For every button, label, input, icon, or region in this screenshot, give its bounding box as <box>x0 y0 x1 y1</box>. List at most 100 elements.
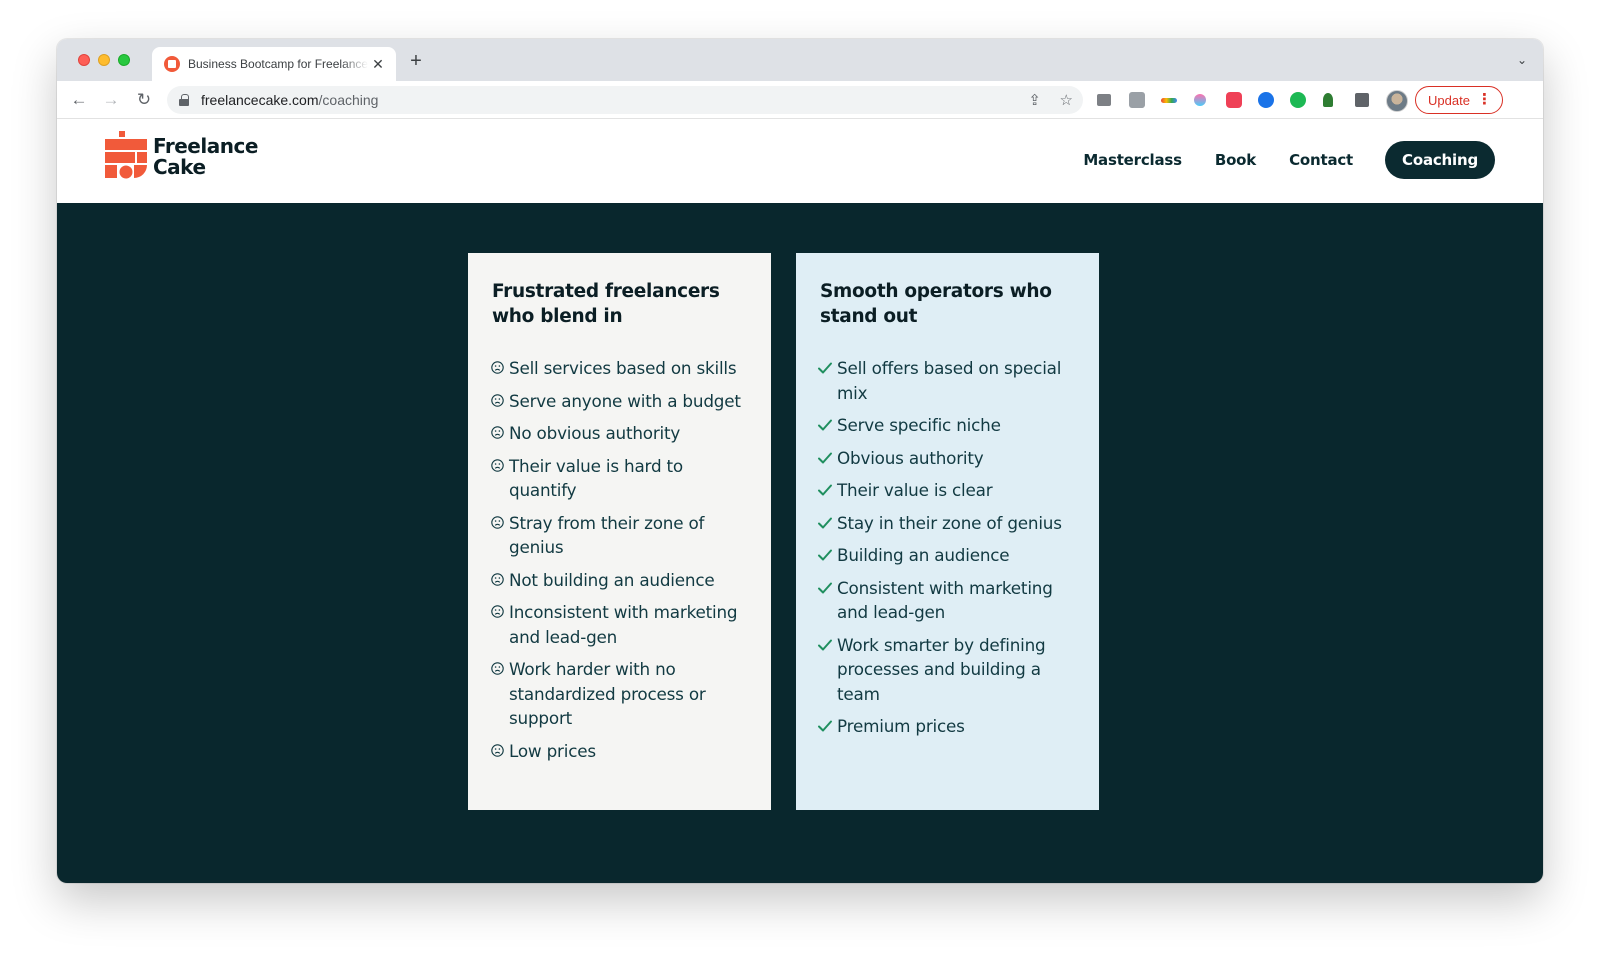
list-item: Low prices <box>491 739 747 764</box>
sprout-extension-icon[interactable] <box>1323 93 1333 107</box>
list-item-text: Their value is clear <box>837 480 993 500</box>
clickup-extension-icon[interactable] <box>1194 94 1206 106</box>
list-item: Stay in their zone of genius <box>818 511 1075 536</box>
url-path: /coaching <box>318 92 379 108</box>
list-item: Premium prices <box>818 714 1075 739</box>
profile-avatar[interactable] <box>1386 90 1408 112</box>
main-nav: Masterclass Book Contact Coaching <box>1050 141 1495 179</box>
extensions-puzzle-icon[interactable] <box>1355 93 1369 107</box>
freelance-cake-favicon-icon <box>164 56 180 72</box>
list-item-text: Work smarter by defining processes and b… <box>837 634 1046 704</box>
smooth-list: Sell offers based on special mix Serve sp… <box>818 356 1075 739</box>
nav-contact[interactable]: Contact <box>1289 151 1353 169</box>
dropbox-extension-icon[interactable] <box>1097 94 1111 106</box>
logo-wordmark: Freelance Cake <box>153 136 258 178</box>
list-item: Serve anyone with a budget <box>491 389 747 414</box>
nav-book[interactable]: Book <box>1215 151 1256 169</box>
sad-face-icon <box>491 458 504 472</box>
pocket-extension-icon[interactable] <box>1226 92 1242 108</box>
tab-search-chevron-icon[interactable]: ⌄ <box>1517 53 1527 67</box>
checkmark-icon <box>818 452 832 463</box>
rainbow-extension-icon[interactable] <box>1161 98 1177 103</box>
card-title: Smooth operators who stand out <box>820 281 1052 327</box>
list-item: Consistent with marketing and lead-gen <box>818 576 1075 625</box>
list-item-text: Building an audience <box>837 545 1010 565</box>
sad-face-icon <box>491 515 504 529</box>
checkmark-icon <box>818 484 832 496</box>
reload-button[interactable]: ↻ <box>133 89 155 111</box>
browser-window: Business Bootcamp for Freelancers ✕ + ⌄ … <box>57 39 1543 883</box>
list-item: Inconsistent with marketing and lead-gen <box>491 600 747 649</box>
minimize-window-button[interactable] <box>98 54 110 66</box>
checkmark-icon <box>818 419 832 431</box>
list-item-text: Serve specific niche <box>837 415 1001 435</box>
new-tab-button[interactable]: + <box>407 51 425 71</box>
list-item: Sell services based on skills <box>491 356 747 381</box>
list-item-text: Consistent with marketing and lead-gen <box>837 577 1053 623</box>
forward-button[interactable]: → <box>100 89 122 111</box>
list-item: No obvious authority <box>491 421 747 446</box>
bookmark-star-icon[interactable]: ☆ <box>1060 91 1073 109</box>
list-item: Obvious authority <box>818 446 1075 471</box>
nav-coaching-button[interactable]: Coaching <box>1385 141 1495 179</box>
lock-icon[interactable] <box>179 94 189 106</box>
list-item: Sell offers based on special mix <box>818 356 1075 405</box>
list-item: Stray from their zone of genius <box>491 511 747 560</box>
site-header: Freelance Cake Masterclass Book Contact … <box>57 119 1543 203</box>
smooth-operators-card: Smooth operators who stand out Sell offe… <box>796 253 1099 810</box>
active-tab[interactable]: Business Bootcamp for Freelancers ✕ <box>152 47 396 81</box>
checkmark-icon <box>818 720 832 732</box>
close-window-button[interactable] <box>78 54 90 66</box>
list-item: Work smarter by defining processes and b… <box>818 633 1075 707</box>
sad-face-icon <box>491 426 504 439</box>
password-manager-extension-icon[interactable] <box>1258 92 1274 108</box>
list-item-text: Serve anyone with a budget <box>509 390 741 411</box>
logo-line-2: Cake <box>153 155 206 179</box>
list-item-text: No obvious authority <box>509 423 681 443</box>
frustrated-freelancers-card: Frustrated freelancers who blend in Sell… <box>468 253 771 810</box>
list-item-text: Stray from their zone of genius <box>509 512 705 558</box>
share-icon[interactable]: ⇪ <box>1028 91 1041 109</box>
maximize-window-button[interactable] <box>118 54 130 66</box>
card-title: Frustrated freelancers who blend in <box>492 281 720 327</box>
list-item-text: Premium prices <box>837 716 965 736</box>
tab-strip: Business Bootcamp for Freelancers ✕ + ⌄ <box>57 39 1543 81</box>
update-label: Update <box>1428 92 1470 108</box>
checkmark-icon <box>818 639 832 650</box>
update-button[interactable]: Update ⋮ <box>1415 86 1503 114</box>
comparison-section: Frustrated freelancers who blend in Sell… <box>57 203 1543 883</box>
list-item-text: Stay in their zone of genius <box>837 512 1062 533</box>
nav-masterclass[interactable]: Masterclass <box>1083 151 1182 169</box>
checkmark-icon <box>818 549 832 561</box>
sad-face-icon <box>491 743 504 757</box>
sad-face-icon <box>491 662 504 675</box>
address-bar[interactable]: freelancecake.com/coaching ⇪ ☆ <box>167 86 1083 114</box>
list-item-text: Their value is hard to quantify <box>509 455 683 501</box>
sad-face-icon <box>491 572 504 586</box>
list-item-text: Low prices <box>509 740 596 761</box>
logo-line-1: Freelance <box>153 134 258 158</box>
browser-menu-icon[interactable]: ⋮ <box>1477 90 1492 108</box>
list-item: Their value is hard to quantify <box>491 454 747 503</box>
list-item: Serve specific niche <box>818 413 1075 438</box>
list-item-text: Sell services based on skills <box>509 358 737 378</box>
sad-face-icon <box>491 393 504 407</box>
checkmark-icon <box>818 362 832 374</box>
list-item-text: Not building an audience <box>509 569 715 590</box>
list-item: Work harder with no standardized process… <box>491 657 747 731</box>
tab-title: Business Bootcamp for Freelancers <box>188 57 368 71</box>
checkmark-icon <box>818 582 832 593</box>
frustrated-list: Sell services based on skills Serve anyon… <box>491 356 747 764</box>
r-extension-icon[interactable] <box>1129 92 1145 108</box>
sad-face-icon <box>491 605 504 618</box>
play-extension-icon[interactable] <box>1290 92 1306 108</box>
back-button[interactable]: ← <box>68 89 90 111</box>
list-item: Not building an audience <box>491 568 747 593</box>
cake-logo-icon <box>105 131 147 179</box>
browser-toolbar: ← → ↻ freelancecake.com/coaching ⇪ ☆ Upd… <box>57 81 1543 119</box>
close-tab-icon[interactable]: ✕ <box>370 56 386 73</box>
site-logo[interactable]: Freelance Cake <box>105 131 265 181</box>
sad-face-icon <box>491 361 504 374</box>
list-item-text: Obvious authority <box>837 447 984 468</box>
list-item: Building an audience <box>818 543 1075 568</box>
